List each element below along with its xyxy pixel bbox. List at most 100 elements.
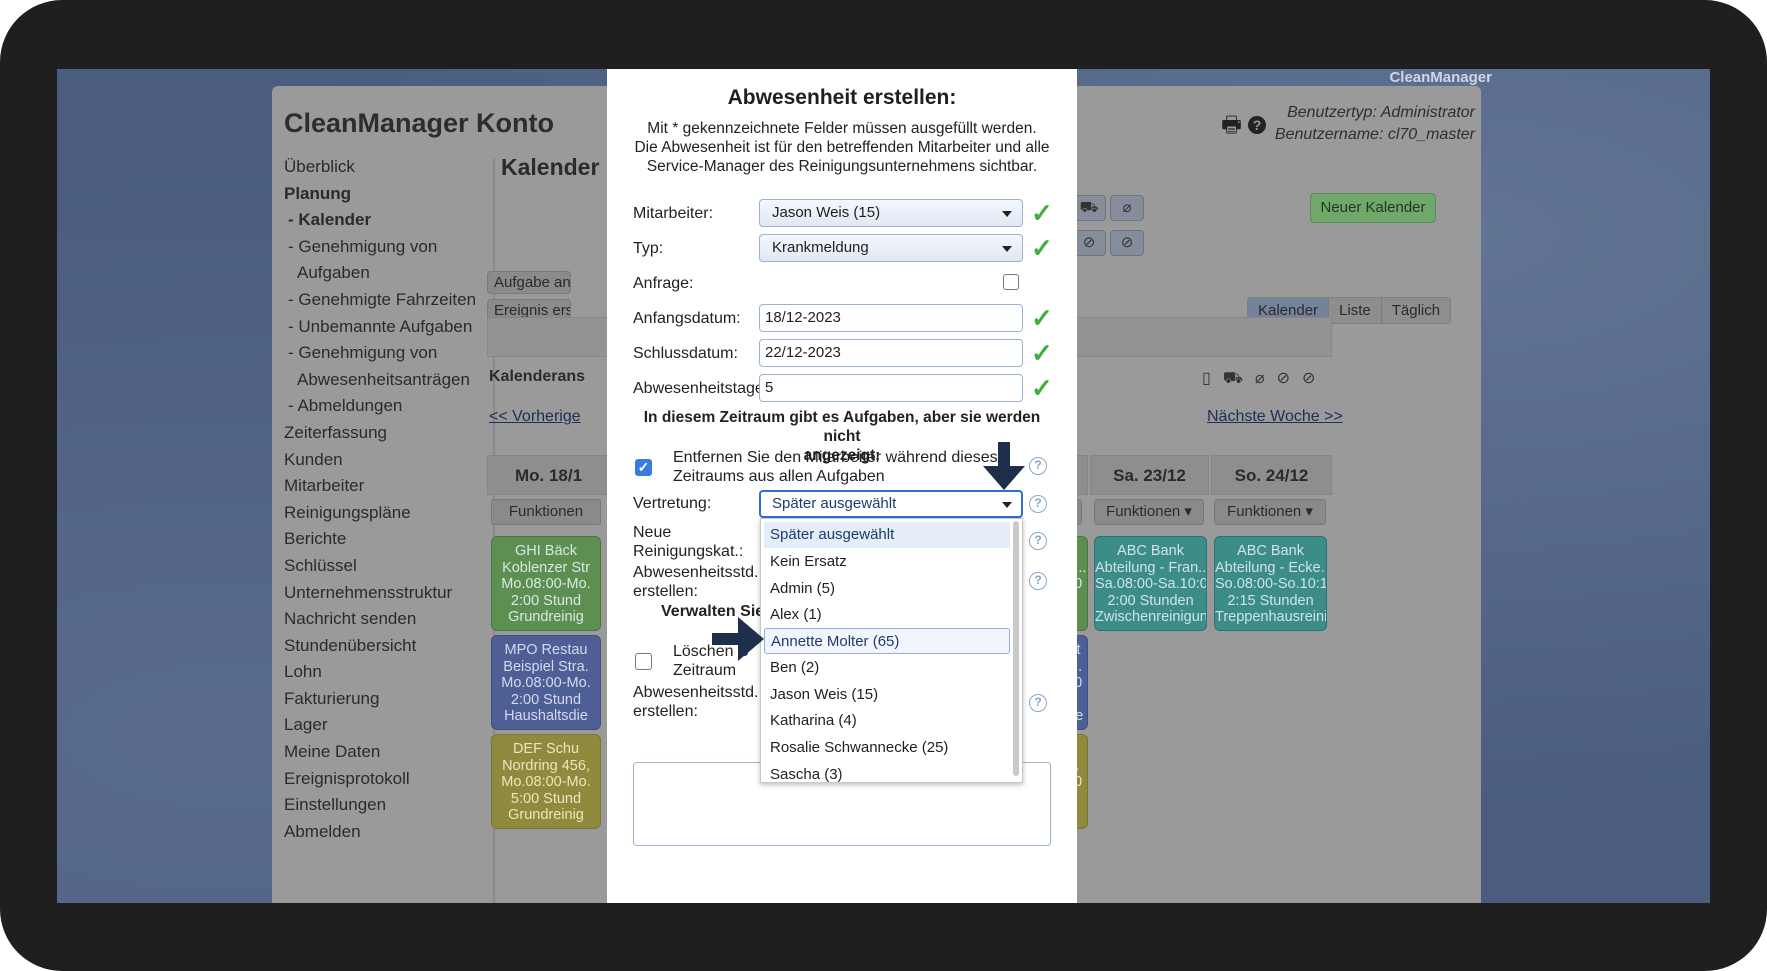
nav-item-stundenuebersicht[interactable]: Stundenübersicht: [284, 633, 484, 660]
dropdown-scrollbar[interactable]: [1013, 521, 1019, 776]
help-icon[interactable]: ?: [1029, 495, 1047, 513]
no-car-icon[interactable]: ⌀: [1255, 370, 1277, 387]
dropdown-option[interactable]: Katharina (4): [764, 708, 1010, 734]
delete-checkbox[interactable]: [635, 653, 652, 670]
nav-item-unbemannte[interactable]: - Unbemannte Aufgaben: [284, 314, 484, 341]
nav-item-genehmigung-aufgaben[interactable]: - Genehmigung von: [284, 234, 484, 261]
functions-button-so[interactable]: Funktionen ▾: [1214, 499, 1326, 525]
dropdown-option-highlighted[interactable]: Annette Molter (65): [764, 628, 1010, 654]
user-info: Benutzertyp: Administrator Benutzername:…: [1275, 102, 1475, 146]
nav-item-kalender[interactable]: - Kalender: [284, 207, 484, 234]
new-calendar-button[interactable]: Neuer Kalender: [1310, 193, 1436, 223]
username: Benutzername: cl70_master: [1274, 126, 1475, 143]
no-task-icon[interactable]: ⊘: [1302, 370, 1327, 387]
end-date-field[interactable]: 22/12-2023: [759, 339, 1023, 367]
no-walk-icon[interactable]: ⊘: [1072, 230, 1106, 256]
checkmark-icon: ✓: [1031, 373, 1053, 403]
dropdown-option[interactable]: Kein Ersatz: [764, 549, 1010, 575]
employee-select[interactable]: Jason Weis (15): [759, 199, 1023, 227]
task-card[interactable]: GHI Bäck Koblenzer Str Mo.08:00-Mo. 2:00 St…: [491, 536, 601, 631]
screen: CleanManager CleanManager Konto 🖶 ? Benu…: [57, 69, 1710, 903]
help-icon[interactable]: ?: [1029, 457, 1047, 475]
nav-item-einstellungen[interactable]: Einstellungen: [284, 792, 484, 819]
dropdown-option[interactable]: Admin (5): [764, 576, 1010, 602]
chevron-down-icon: [1002, 246, 1012, 252]
calendar-view-label: Kalenderans: [489, 368, 586, 385]
car-icon[interactable]: ⛟: [1223, 370, 1255, 387]
help-icon[interactable]: ?: [1248, 116, 1266, 134]
no-car-icon[interactable]: ⌀: [1110, 195, 1144, 221]
dialog-title: Abwesenheit erstellen:: [727, 86, 957, 109]
chevron-down-icon: [1002, 211, 1012, 217]
nav-item-lohn[interactable]: Lohn: [284, 659, 484, 686]
nav-item-reinigungsplaene[interactable]: Reinigungspläne: [284, 500, 484, 527]
task-card[interactable]: ABC Bank Abteilung - Fran... Sa.08:00-Sa.1…: [1094, 536, 1207, 631]
dialog-description: Mit * gekennzeichnete Felder müssen ausg…: [634, 120, 1050, 175]
help-icon[interactable]: ?: [1029, 694, 1047, 712]
document-icon[interactable]: ▯: [1202, 370, 1223, 387]
no-walk-icon[interactable]: ⊘: [1277, 370, 1302, 387]
car-icon[interactable]: ⛟: [1072, 195, 1106, 221]
nav-item-fahrzeiten[interactable]: - Genehmigte Fahrzeiten: [284, 287, 484, 314]
task-card[interactable]: DEF Schu Nordring 456, Mo.08:00-Mo. 5:00 St…: [491, 734, 601, 829]
dropdown-option[interactable]: Jason Weis (15): [764, 682, 1010, 708]
nav-item-zeiterfassung[interactable]: Zeiterfassung: [284, 420, 484, 447]
substitute-select[interactable]: Später ausgewählt: [759, 490, 1023, 518]
dropdown-option[interactable]: Später ausgewählt: [764, 522, 1010, 548]
label-anfrage: Anfrage:: [633, 275, 694, 292]
previous-week-link[interactable]: << Vorherige: [489, 408, 581, 426]
type-select[interactable]: Krankmeldung: [759, 234, 1023, 262]
label-abwesenheitsstd: Abwesenheitsstd. erstellen:: [633, 564, 759, 600]
start-date-field[interactable]: 18/12-2023: [759, 304, 1023, 332]
absence-dialog: Abwesenheit erstellen: Mit * gekennzeich…: [607, 69, 1077, 903]
dropdown-option[interactable]: Alex (1): [764, 602, 1010, 628]
task-card[interactable]: ABC Bank Abteilung - Ecke... So.08:00-So.1…: [1214, 536, 1327, 631]
help-icon[interactable]: ?: [1029, 572, 1047, 590]
arrow-down-annotation-icon: [983, 442, 1025, 490]
nav-item-fakturierung[interactable]: Fakturierung: [284, 686, 484, 713]
remove-employee-checkbox[interactable]: ✓: [635, 459, 652, 476]
nav-item-abmelden[interactable]: Abmelden: [284, 819, 484, 846]
user-type: Benutzertyp: Administrator: [1287, 104, 1475, 121]
nav-item-meine-daten[interactable]: Meine Daten: [284, 739, 484, 766]
nav-item-schluessel[interactable]: Schlüssel: [284, 553, 484, 580]
printer-icon[interactable]: 🖶: [1221, 112, 1242, 137]
nav-item-genehmigung-aufgaben-cont[interactable]: Aufgaben: [284, 260, 484, 287]
nav-item-ereignisprotokoll[interactable]: Ereignisprotokoll: [284, 766, 484, 793]
next-week-link[interactable]: Nächste Woche >>: [1207, 408, 1343, 426]
label-abwesenheitsstd-2: Abwesenheitsstd. erstellen:: [633, 684, 759, 720]
nav-item-lager[interactable]: Lager: [284, 712, 484, 739]
label-typ: Typ:: [633, 240, 664, 257]
no-task-icon[interactable]: ⊘: [1110, 230, 1144, 256]
chevron-down-icon: [1002, 502, 1012, 508]
tab-taeglich[interactable]: Täglich: [1381, 298, 1451, 323]
label-schlussdatum: Schlussdatum:: [633, 345, 738, 362]
help-icon[interactable]: ?: [1029, 532, 1047, 550]
absence-days-field[interactable]: 5: [759, 374, 1023, 402]
label-abwesenheitstage: Abwesenheitstage:: [633, 380, 769, 397]
app-title: CleanManager Konto: [284, 108, 555, 138]
functions-button-mo[interactable]: Funktionen: [491, 499, 601, 525]
nav-item-abmeldungen[interactable]: - Abmeldungen: [284, 393, 484, 420]
dropdown-option[interactable]: Sascha (3): [764, 762, 1010, 782]
add-task-button[interactable]: Aufgabe anle: [487, 271, 571, 294]
nav-item-genehmigung-abwesenheit[interactable]: - Genehmigung von: [284, 340, 484, 367]
nav-item-planung[interactable]: Planung: [284, 181, 484, 208]
request-checkbox[interactable]: [1003, 274, 1019, 290]
nav-item-mitarbeiter[interactable]: Mitarbeiter: [284, 473, 484, 500]
functions-button-sa[interactable]: Funktionen ▾: [1094, 499, 1204, 525]
toolbar-icons: 🖶 ?: [1221, 108, 1266, 146]
nav-item-ueberblick[interactable]: Überblick: [284, 154, 484, 181]
nav-item-nachricht[interactable]: Nachricht senden: [284, 606, 484, 633]
nav-item-unternehmensstruktur[interactable]: Unternehmensstruktur: [284, 580, 484, 607]
label-vertretung: Vertretung:: [633, 495, 712, 512]
dropdown-option[interactable]: Rosalie Schwannecke (25): [764, 735, 1010, 761]
nav-item-genehmigung-abwesenheit-cont[interactable]: Abwesenheitsanträgen: [284, 367, 484, 394]
brand-label: CleanManager: [1389, 69, 1492, 86]
nav-item-kunden[interactable]: Kunden: [284, 447, 484, 474]
task-card[interactable]: MPO Restau Beispiel Stra. Mo.08:00-Mo. 2:00…: [491, 635, 601, 730]
nav-item-berichte[interactable]: Berichte: [284, 526, 484, 553]
tab-liste[interactable]: Liste: [1329, 298, 1382, 323]
dropdown-option[interactable]: Ben (2): [764, 655, 1010, 681]
sidebar-nav: Überblick Planung - Kalender - Genehmigu…: [284, 154, 484, 845]
